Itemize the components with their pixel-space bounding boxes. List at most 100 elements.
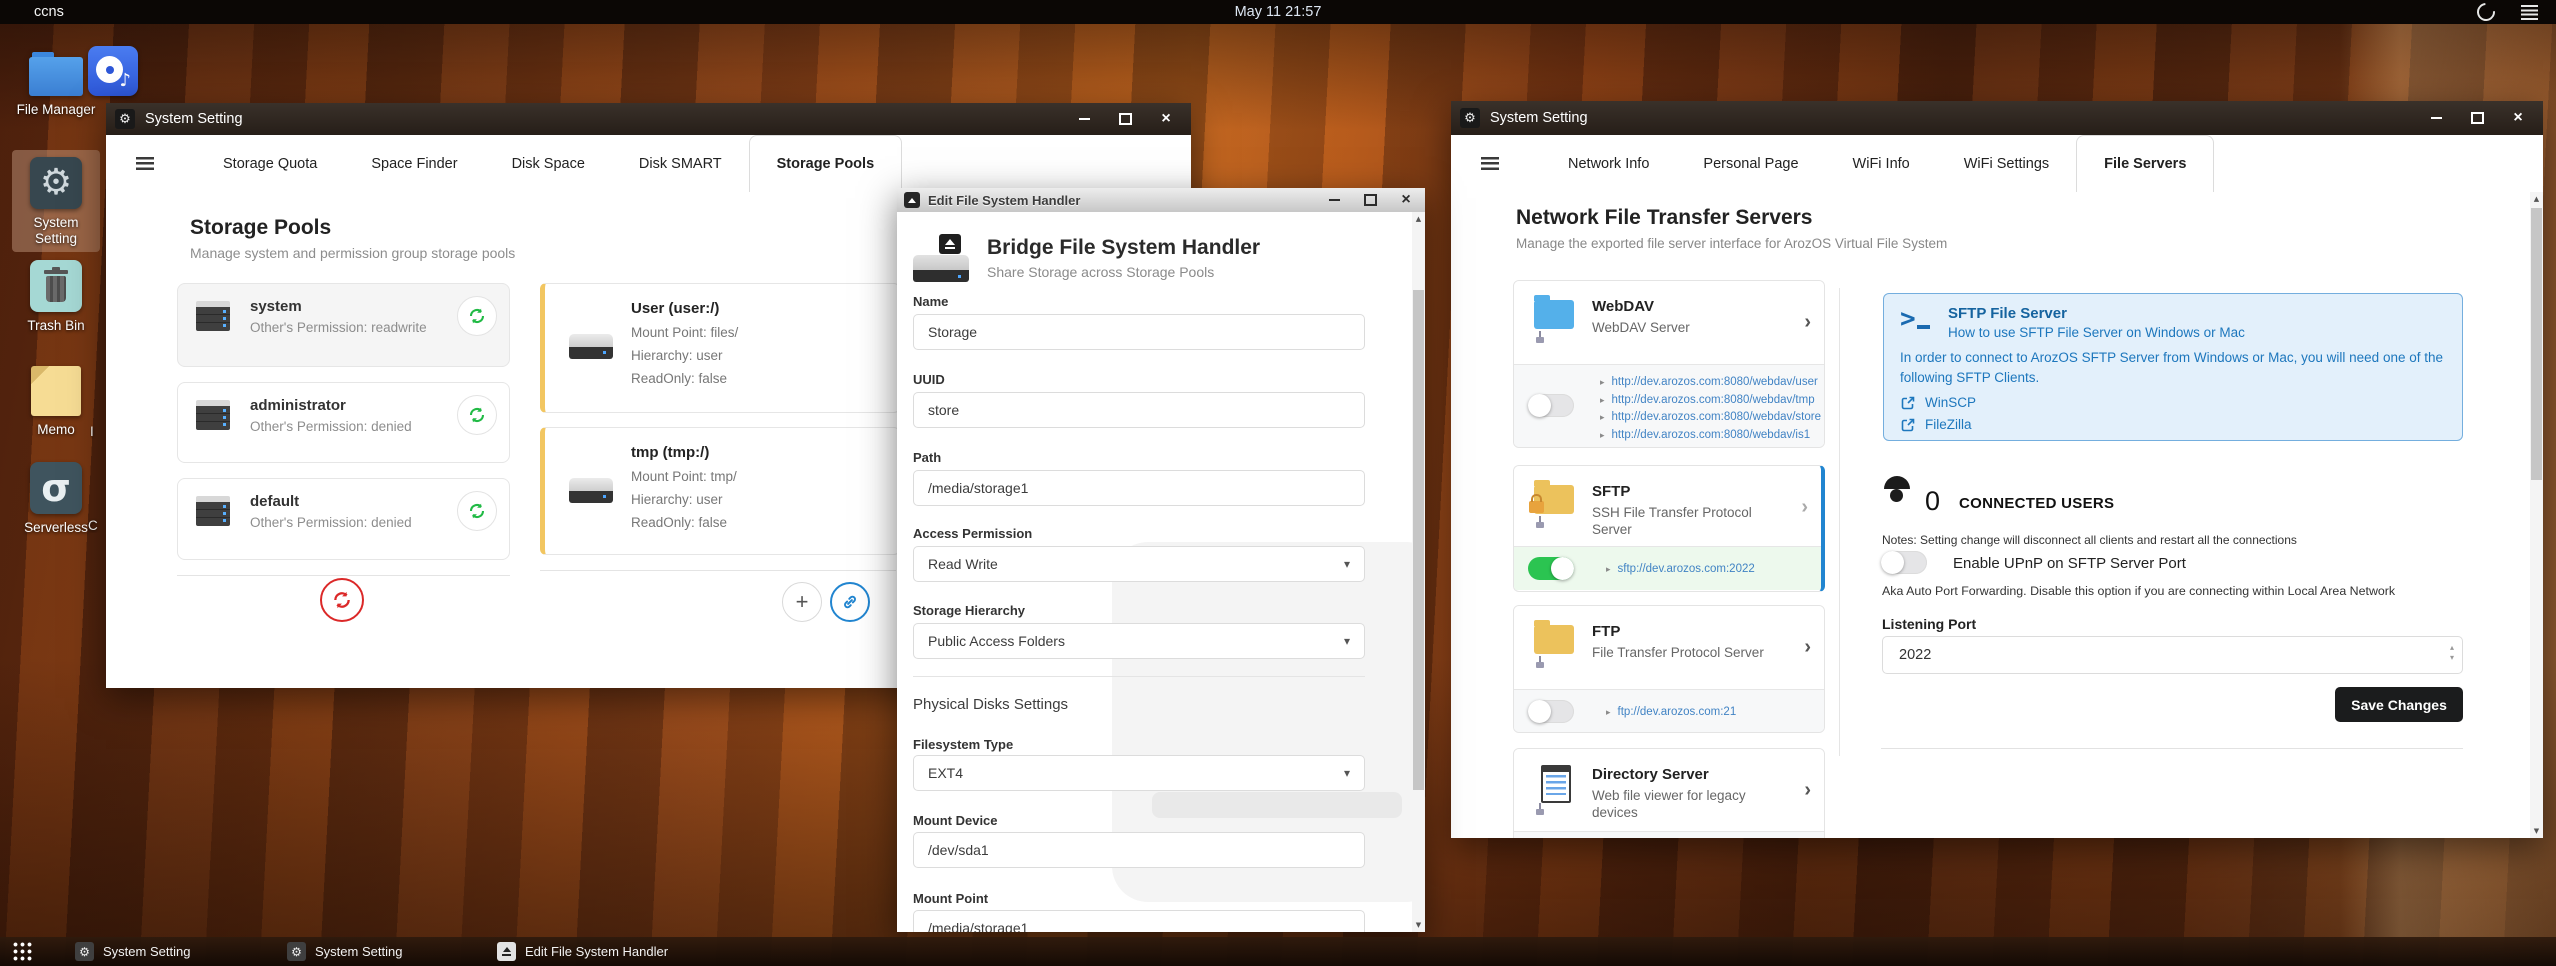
maximize-button[interactable]	[2470, 111, 2484, 125]
add-mount-button[interactable]: +	[782, 582, 822, 622]
mount-card-user[interactable]: User (user:/) Mount Point: files/ Hierar…	[540, 283, 900, 413]
ftp-url-link[interactable]: ftp://dev.arozos.com:21	[1618, 704, 1737, 721]
mount-card-tmp[interactable]: tmp (tmp:/) Mount Point: tmp/ Hierarchy:…	[540, 427, 900, 555]
hamburger-menu-icon[interactable]	[2521, 4, 2538, 20]
close-button[interactable]: ×	[2511, 110, 2525, 126]
client-link-filezilla[interactable]: FileZilla	[1901, 417, 1972, 432]
scroll-up-arrow[interactable]: ▲	[2530, 192, 2543, 206]
external-link-icon	[1901, 418, 1915, 431]
pool-sync-button[interactable]	[457, 491, 497, 531]
pool-card-administrator[interactable]: administrator Other's Permission: denied	[177, 382, 510, 463]
scrollbar-thumb[interactable]	[1413, 290, 1424, 790]
chevron-right-icon[interactable]: ›	[1804, 311, 1811, 334]
storage-hierarchy-select[interactable]: Public Access Folders ▾	[913, 623, 1365, 659]
server-card-sftp[interactable]: SFTP SSH File Transfer Protocol Server ›…	[1513, 465, 1825, 592]
gear-icon: ⚙	[287, 942, 306, 961]
pool-sync-button[interactable]	[457, 296, 497, 336]
tab-file-servers[interactable]: File Servers	[2076, 135, 2215, 193]
pool-card-default[interactable]: default Other's Permission: denied	[177, 478, 510, 560]
chevron-right-icon[interactable]: ›	[1804, 779, 1811, 802]
webdav-url-link[interactable]: http://dev.arozos.com:8080/webdav/is1	[1612, 427, 1811, 444]
window-titlebar[interactable]: Edit File System Handler ×	[897, 188, 1425, 213]
gear-icon: ⚙	[75, 942, 94, 961]
desktop-icon-label: Trash Bin	[27, 318, 85, 333]
server-icon	[196, 496, 230, 526]
server-card-ftp[interactable]: FTP File Transfer Protocol Server › ▸ ftp…	[1513, 605, 1825, 733]
mount-point-label: Mount Point	[913, 891, 989, 906]
minimize-button[interactable]	[1077, 112, 1091, 126]
client-link-winscp[interactable]: WinSCP	[1901, 395, 1976, 410]
minimize-button[interactable]	[1327, 193, 1341, 207]
link-mount-button[interactable]	[830, 582, 870, 622]
mount-device-input[interactable]	[913, 832, 1365, 868]
clipped-icon-label: C	[88, 518, 98, 533]
sidebar-menu-icon[interactable]	[1481, 157, 1499, 170]
scrollbar-vertical[interactable]: ▲ ▼	[2530, 192, 2543, 838]
scroll-up-arrow[interactable]: ▲	[1412, 212, 1425, 226]
maximize-button[interactable]	[1363, 193, 1377, 207]
status-spinner-icon[interactable]	[2473, 0, 2499, 25]
filesystem-type-select[interactable]: EXT4 ▾	[913, 755, 1365, 791]
tab-personal-page[interactable]: Personal Page	[1676, 135, 1825, 192]
mount-point-input[interactable]	[913, 910, 1365, 932]
desktop-icon-memo[interactable]: Memo	[12, 366, 100, 438]
path-input[interactable]	[913, 470, 1365, 506]
sftp-enable-toggle[interactable]	[1528, 557, 1574, 580]
desktop-icon-music[interactable]: ♪	[78, 46, 148, 96]
window-titlebar[interactable]: ⚙ System Setting ×	[1451, 101, 2543, 135]
taskbar-item-system-setting-2[interactable]: ⚙ System Setting	[287, 937, 402, 966]
close-button[interactable]: ×	[1159, 111, 1173, 127]
refresh-pools-button[interactable]	[320, 578, 364, 622]
desktop-icon-system-setting[interactable]: ⚙ System Setting	[12, 150, 100, 252]
taskbar-item-label: Edit File System Handler	[525, 944, 669, 959]
tab-bar: Storage Quota Space Finder Disk Space Di…	[106, 135, 1191, 193]
upnp-toggle[interactable]	[1881, 551, 1927, 574]
webdav-url-link[interactable]: http://dev.arozos.com:8080/webdav/user	[1612, 374, 1818, 391]
pool-sync-button[interactable]	[457, 395, 497, 435]
maximize-button[interactable]	[1118, 112, 1132, 126]
scrollbar-thumb[interactable]	[2531, 208, 2542, 480]
sidebar-menu-icon[interactable]	[136, 157, 154, 170]
gear-icon: ⚙	[39, 162, 73, 203]
chevron-right-icon[interactable]: ›	[1804, 636, 1811, 659]
desktop-icon-trash-bin[interactable]: Trash Bin	[12, 260, 100, 334]
close-button[interactable]: ×	[1399, 192, 1413, 208]
desktop-icon-serverless[interactable]: σ Serverless	[12, 462, 100, 536]
name-input[interactable]	[913, 314, 1365, 350]
uuid-input[interactable]	[913, 392, 1365, 428]
webdav-url-link[interactable]: http://dev.arozos.com:8080/webdav/tmp	[1612, 392, 1815, 409]
scroll-down-arrow[interactable]: ▼	[2530, 824, 2543, 838]
access-permission-select[interactable]: Read Write ▾	[913, 546, 1365, 582]
minimize-button[interactable]	[2429, 111, 2443, 125]
ftp-enable-toggle[interactable]	[1528, 700, 1574, 723]
window-titlebar[interactable]: ⚙ System Setting ×	[106, 103, 1191, 135]
tab-disk-smart[interactable]: Disk SMART	[612, 135, 749, 192]
pool-card-system[interactable]: system Other's Permission: readwrite	[177, 283, 510, 367]
taskbar-item-system-setting-1[interactable]: ⚙ System Setting	[75, 937, 190, 966]
caret-down-icon: ▾	[1343, 634, 1350, 648]
scrollbar-vertical[interactable]: ▲ ▼	[1412, 212, 1425, 932]
sftp-url-link[interactable]: sftp://dev.arozos.com:2022	[1618, 561, 1755, 578]
tab-storage-pools[interactable]: Storage Pools	[748, 135, 903, 193]
server-card-webdav[interactable]: WebDAV WebDAV Server › ▸ http://dev.arozo…	[1513, 280, 1825, 448]
column-divider	[1839, 288, 1840, 756]
listening-port-input[interactable]	[1882, 636, 2463, 674]
scroll-down-arrow[interactable]: ▼	[1412, 918, 1425, 932]
connected-users-label: CONNECTED USERS	[1959, 495, 2115, 512]
taskbar-item-edit-fsh[interactable]: Edit File System Handler	[497, 937, 668, 966]
tab-space-finder[interactable]: Space Finder	[344, 135, 484, 192]
tab-disk-space[interactable]: Disk Space	[485, 135, 612, 192]
save-changes-button[interactable]: Save Changes	[2335, 687, 2463, 722]
server-subtitle: Web file viewer for legacy devices	[1592, 788, 1746, 820]
server-card-directory[interactable]: Directory Server Web file viewer for leg…	[1513, 748, 1825, 838]
chevron-right-icon[interactable]: ›	[1801, 496, 1808, 519]
app-launcher-grid-icon[interactable]	[13, 942, 33, 962]
webdav-enable-toggle[interactable]	[1528, 394, 1574, 417]
mount-readonly: ReadOnly: false	[631, 515, 728, 530]
number-spinner[interactable]: ▴ ▾	[2450, 643, 2454, 663]
tab-wifi-info[interactable]: WiFi Info	[1826, 135, 1937, 192]
tab-wifi-settings[interactable]: WiFi Settings	[1937, 135, 2076, 192]
webdav-url-link[interactable]: http://dev.arozos.com:8080/webdav/store	[1612, 409, 1821, 426]
tab-network-info[interactable]: Network Info	[1541, 135, 1676, 192]
tab-storage-quota[interactable]: Storage Quota	[196, 135, 344, 192]
